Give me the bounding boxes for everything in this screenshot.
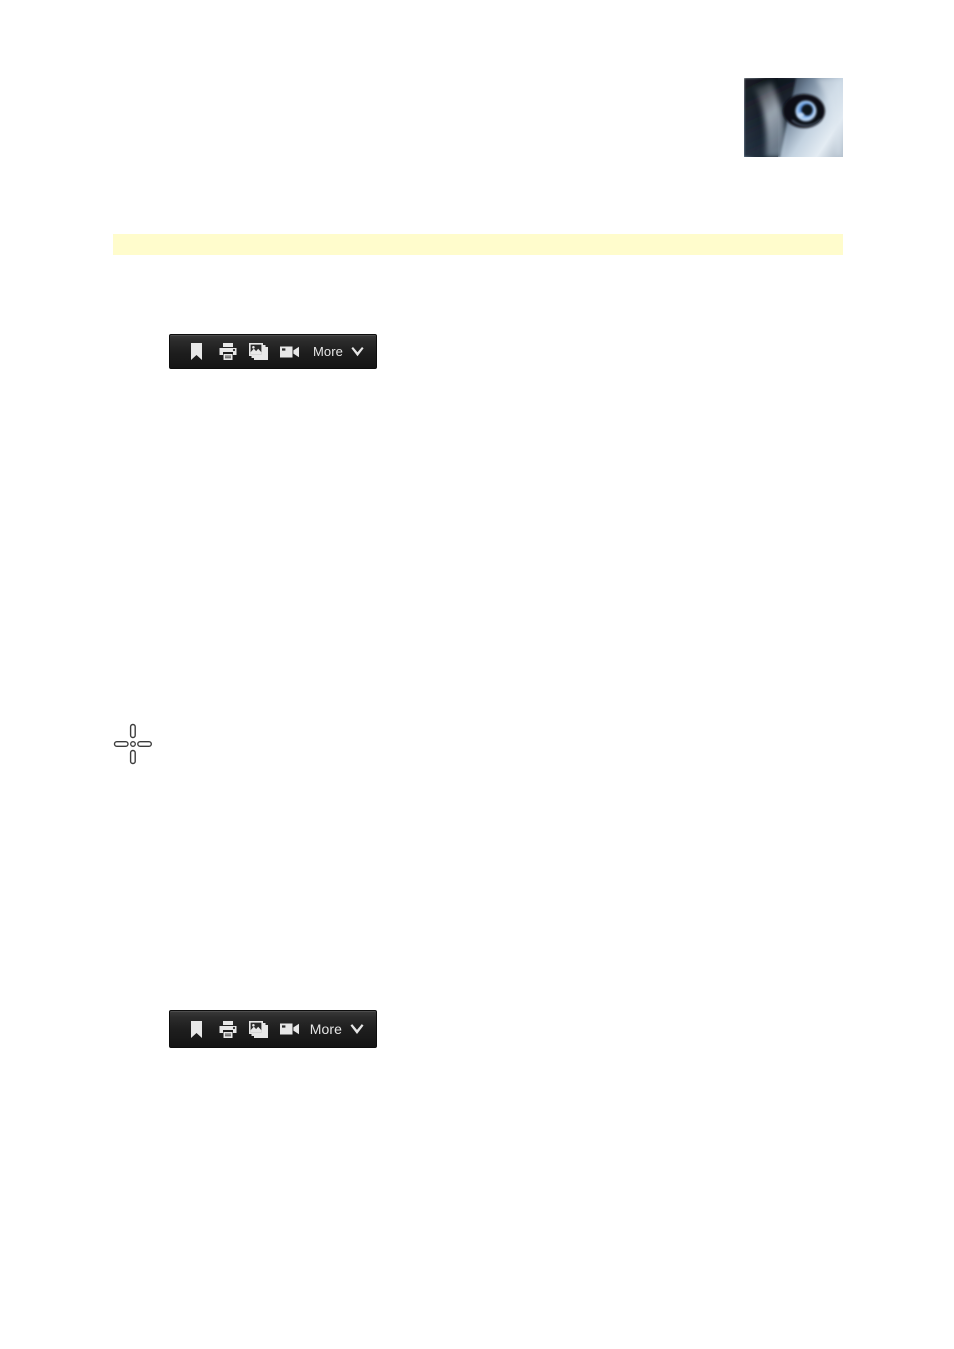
photos-button[interactable] (243, 1011, 274, 1047)
toolbar-icon-group (170, 1011, 305, 1047)
bookmark-icon (189, 1020, 204, 1038)
images-icon (249, 1020, 268, 1038)
crosshair-icon (113, 723, 152, 765)
bookmark-icon (189, 343, 204, 360)
yellow-highlight-band (113, 234, 843, 255)
images-icon (249, 343, 268, 360)
share-toolbar-bottom[interactable]: More (169, 1010, 377, 1048)
photos-button[interactable] (243, 335, 274, 368)
printer-icon (219, 1020, 237, 1038)
toolbar-icon-group (170, 335, 305, 368)
bookmark-button[interactable] (181, 335, 212, 368)
share-toolbar-top[interactable]: More (169, 334, 377, 369)
wolf-eye-photo (744, 78, 843, 157)
printer-icon (219, 343, 237, 360)
print-button[interactable] (212, 1011, 243, 1047)
crosshair-move-marker (113, 722, 153, 766)
more-button[interactable]: More (313, 335, 376, 368)
bookmark-button[interactable] (181, 1011, 212, 1047)
more-label: More (312, 344, 343, 359)
page-canvas: More More (0, 0, 954, 1349)
print-button[interactable] (212, 335, 243, 368)
more-button[interactable]: More (310, 1011, 376, 1047)
video-camera-icon (280, 1022, 299, 1036)
video-camera-icon (280, 345, 299, 359)
video-button[interactable] (274, 1011, 305, 1047)
more-label: More (309, 1021, 342, 1037)
video-button[interactable] (274, 335, 305, 368)
chevron-down-icon (350, 346, 365, 357)
chevron-down-icon (349, 1023, 365, 1035)
